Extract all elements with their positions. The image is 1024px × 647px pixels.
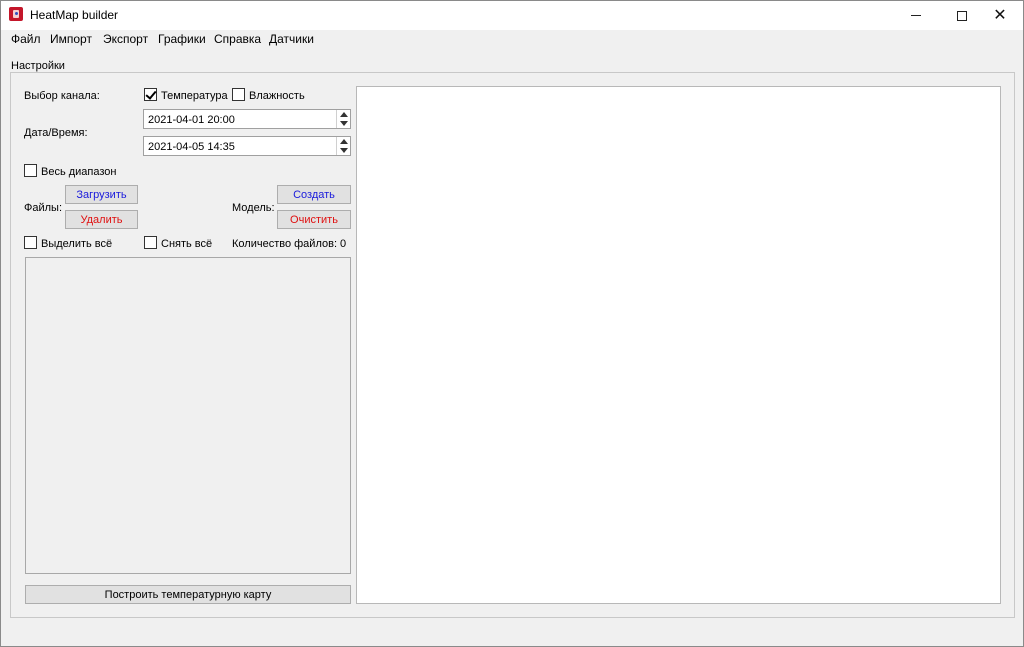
model-label: Модель:	[232, 202, 275, 214]
build-heatmap-button[interactable]: Построить температурную карту	[25, 585, 351, 604]
spin-up-icon[interactable]	[340, 139, 348, 144]
file-list[interactable]	[25, 257, 351, 574]
clear-model-button[interactable]: Очистить	[277, 210, 351, 229]
full-range-label: Весь диапазон	[41, 166, 117, 178]
spin-up-icon[interactable]	[340, 112, 348, 117]
select-all-label: Выделить всё	[41, 238, 113, 250]
files-label: Файлы:	[24, 202, 63, 214]
date-from-field[interactable]: 2021-04-01 20:00	[143, 109, 351, 129]
select-all-checkbox[interactable]	[24, 236, 37, 249]
spin-down-icon[interactable]	[340, 148, 348, 153]
minimize-button[interactable]	[893, 1, 939, 30]
date-to-spinner[interactable]	[336, 137, 350, 155]
menu-help[interactable]: Справка	[214, 32, 261, 46]
channel-label: Выбор канала:	[24, 90, 100, 102]
heatmap-canvas[interactable]	[356, 86, 1001, 604]
create-model-button[interactable]: Создать	[277, 185, 351, 204]
title-bar[interactable]: HeatMap builder ✕	[1, 1, 1023, 30]
datetime-label: Дата/Время:	[24, 127, 88, 139]
temperature-checkbox[interactable]	[144, 88, 157, 101]
date-from-spinner[interactable]	[336, 110, 350, 128]
maximize-icon	[957, 10, 967, 21]
date-to-field[interactable]: 2021-04-05 14:35	[143, 136, 351, 156]
menu-import[interactable]: Импорт	[50, 32, 92, 46]
date-to-value: 2021-04-05 14:35	[148, 141, 235, 153]
menu-file[interactable]: Файл	[11, 32, 41, 46]
close-button[interactable]: ✕	[977, 1, 1023, 30]
file-count-label: Количество файлов: 0	[232, 238, 347, 250]
settings-group-title: Настройки	[11, 60, 65, 72]
minimize-icon	[911, 15, 921, 16]
load-files-button[interactable]: Загрузить	[65, 185, 138, 204]
spin-down-icon[interactable]	[340, 121, 348, 126]
menu-bar: Файл Импорт Экспорт Графики Справка Датч…	[1, 30, 1023, 47]
date-from-value: 2021-04-01 20:00	[148, 114, 235, 126]
humidity-label: Влажность	[249, 90, 305, 102]
deselect-all-checkbox[interactable]	[144, 236, 157, 249]
full-range-checkbox[interactable]	[24, 164, 37, 177]
main-window: HeatMap builder ✕ Файл Импорт Экспорт Гр…	[0, 0, 1024, 647]
window-title: HeatMap builder	[30, 8, 119, 22]
app-icon	[9, 7, 23, 21]
close-icon: ✕	[993, 6, 1007, 24]
menu-graphs[interactable]: Графики	[158, 32, 206, 46]
temperature-label: Температура	[161, 90, 228, 102]
menu-export[interactable]: Экспорт	[103, 32, 148, 46]
menu-sensors[interactable]: Датчики	[269, 32, 314, 46]
humidity-checkbox[interactable]	[232, 88, 245, 101]
delete-files-button[interactable]: Удалить	[65, 210, 138, 229]
deselect-all-label: Снять всё	[161, 238, 213, 250]
